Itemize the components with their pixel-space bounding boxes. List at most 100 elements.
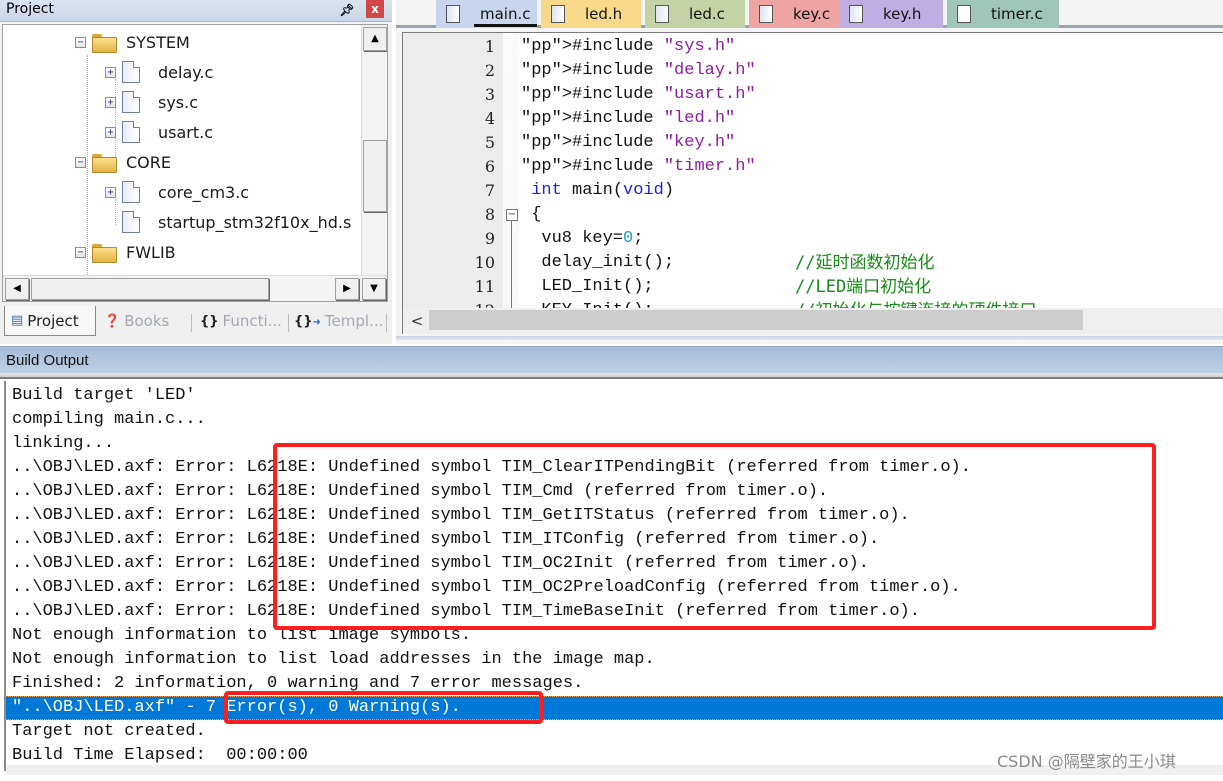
scrollbar-thumb[interactable] [429,310,1083,330]
code-line: { [521,205,542,224]
tree-item-label: usart.c [158,122,214,142]
collapse-icon[interactable]: − [75,156,86,168]
tree-item-label: FWLIB [126,242,176,262]
line-number: 2 [484,61,495,80]
code-line: vu8 key=0; [521,229,644,248]
folder-icon [92,33,117,53]
tab-key-h[interactable]: key.h [839,0,943,28]
tab-separator [191,314,192,332]
expand-icon[interactable]: + [105,186,116,198]
editor-tabbar: main.c led.h led.c key.c key.h timer.c [396,0,1223,28]
tab-separator [288,314,289,332]
tab-label: Functi... [222,312,282,330]
code-area[interactable]: 123456789101112 − "pp">#include "sys.h""… [402,32,1223,308]
tab-label: main.c [474,5,536,27]
build-output-log[interactable]: "..\OBJ\LED.axf" - 7 Error(s), 0 Warning… [4,381,1223,775]
tab-label: key.c [793,5,831,23]
tab-timer-c[interactable]: timer.c [947,0,1059,28]
tab-led-c[interactable]: led.c [645,0,745,28]
tab-main-c[interactable]: main.c [436,0,537,28]
tab-project[interactable]: ▤ Project [4,306,96,336]
tree-file-usart[interactable]: + usart.c [105,117,213,147]
tab-led-h[interactable]: led.h [541,0,641,28]
line-number: 12 [403,299,495,308]
tree-horizontal-scrollbar[interactable]: ◀ ▶ ▼ [3,275,387,301]
template-icon: {}➜ [294,313,321,329]
tree-item-label: sys.c [158,92,199,112]
code-line: int main(void) [531,181,675,200]
tab-templates[interactable]: {}➜ Templ... [294,306,386,336]
log-line: Not enough information to list load addr… [12,650,655,669]
code-line: "pp">#include "led.h" [521,109,736,128]
file-icon [122,181,140,203]
log-line: ..\OBJ\LED.axf: Error: L6218E: Undefined… [12,578,961,597]
file-icon [122,121,140,143]
braces-icon: {} [200,313,219,329]
divider [396,336,1223,340]
project-tree: − SYSTEM + delay.c + sys.c + usart.c − C… [2,24,388,302]
tab-label: Project [27,311,79,330]
tree-vertical-scrollbar[interactable]: ▲ [361,25,387,275]
tab-functions[interactable]: {} Functi... [200,306,288,336]
collapse-icon[interactable]: − [75,246,86,258]
file-icon [759,5,773,23]
file-icon [122,91,140,113]
log-line: Not enough information to list image sym… [12,626,472,645]
project-panel-tabs: ▤ Project ❓ Books {} Functi... {}➜ Templ… [0,304,392,340]
folder-icon [92,153,117,173]
line-number: 11 [474,277,495,296]
scroll-left-icon[interactable]: ◀ [5,278,29,300]
tab-separator [386,314,387,332]
build-output-title: Build Output [6,352,89,369]
log-line: Finished: 2 information, 0 warning and 7… [12,674,584,693]
pin-icon[interactable]: 📌︎ [339,2,355,18]
scroll-up-icon[interactable]: ▲ [363,27,387,51]
tab-key-c[interactable]: key.c [749,0,839,28]
tree-file-startup[interactable]: startup_stm32f10x_hd.s [122,207,351,237]
file-icon [551,5,565,23]
log-line: compiling main.c... [12,410,206,429]
line-number: 10 [474,253,495,272]
fold-collapse-icon[interactable]: − [506,209,518,221]
file-icon [446,5,460,23]
expand-icon[interactable]: + [105,96,116,108]
tree-folder-system[interactable]: − SYSTEM [75,27,190,57]
line-number-gutter: 123456789101112 [403,33,503,308]
line-number: 3 [484,85,495,104]
scrollbar-thumb[interactable] [31,278,269,300]
expand-icon[interactable]: + [105,66,116,78]
tree-file-core-cm3[interactable]: + core_cm3.c [105,177,249,207]
tree-folder-fwlib[interactable]: − FWLIB [75,237,176,267]
file-icon [849,5,863,23]
code-editor: main.c led.h led.c key.c key.h timer.c 1… [396,0,1223,344]
scroll-down-icon[interactable]: ▼ [362,278,386,300]
close-icon[interactable]: x [366,0,384,18]
collapse-icon[interactable]: − [75,36,86,48]
build-output-header: Build Output [0,346,1223,373]
divider [0,373,1223,379]
log-line: Target not created. [12,722,206,741]
line-number: 7 [484,181,495,200]
scroll-left-icon[interactable]: < [407,310,427,332]
tree-file-delay[interactable]: + delay.c [105,57,213,87]
scroll-right-icon[interactable]: ▶ [335,278,359,300]
code-line: "pp">#include "delay.h" [521,61,756,80]
tab-label: Books [124,312,170,330]
tree-item-label: startup_stm32f10x_hd.s [158,212,352,232]
tab-label: led.c [689,5,725,23]
tab-label: timer.c [991,5,1043,23]
tab-books[interactable]: ❓ Books [104,306,186,336]
code-line: "pp">#include "usart.h" [521,85,756,104]
editor-horizontal-scrollbar[interactable]: < [402,308,1223,334]
tree-file-sys[interactable]: + sys.c [105,87,198,117]
tree-item-label: core_cm3.c [158,182,250,202]
selected-log-line[interactable]: "..\OBJ\LED.axf" - 7 Error(s), 0 Warning… [6,696,1223,720]
tree-folder-core[interactable]: − CORE [75,147,171,177]
expand-icon[interactable]: + [105,126,116,138]
code-line: LED_Init(); [521,277,654,296]
tree-item-label: CORE [126,152,171,172]
scrollbar-thumb[interactable] [363,140,387,212]
project-panel: Project 📌︎ x − SYSTEM + delay.c + sys.c … [0,0,392,344]
code-comment: //延时函数初始化 [795,253,935,273]
file-icon [122,211,140,233]
